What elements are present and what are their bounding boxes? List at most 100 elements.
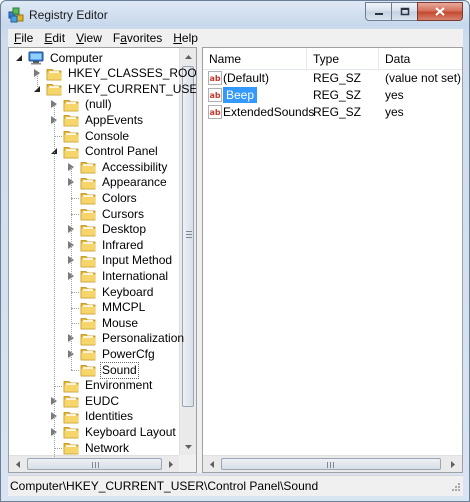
tree-item-identities[interactable]: Identities — [50, 409, 135, 425]
tree-item-label: HKEY_CLASSES_ROOT — [68, 66, 197, 81]
values-list-pane[interactable]: Name Type Data ab (Default) REG_SZ (value n… — [202, 47, 463, 473]
folder-icon — [63, 427, 79, 439]
tree-item-personalization[interactable]: Personalization — [67, 331, 186, 347]
tree-vertical-scroll-thumb[interactable] — [182, 66, 194, 407]
tree-item-infrared[interactable]: Infrared — [67, 237, 145, 253]
resize-grip-icon[interactable] — [449, 482, 461, 494]
tree-item-null[interactable]: (null) — [50, 97, 114, 113]
value-row[interactable]: ab Beep REG_SZ yes — [203, 87, 462, 104]
collapse-arrow-icon[interactable] — [15, 54, 24, 63]
menu-file[interactable]: File — [8, 31, 38, 45]
tree-item-label: Identities — [85, 409, 134, 424]
tree-horizontal-scroll-thumb[interactable] — [27, 458, 162, 470]
tree-connector-line — [71, 292, 79, 293]
tree-item-powercfg[interactable]: PowerCfg — [67, 346, 157, 362]
value-row[interactable]: ab ExtendedSounds REG_SZ yes — [203, 104, 462, 121]
value-row[interactable]: ab (Default) REG_SZ (value not set) — [203, 70, 462, 87]
folder-icon — [80, 318, 96, 330]
title-bar[interactable]: Registry Editor — [1, 1, 469, 29]
status-path: Computer\HKEY_CURRENT_USER\Control Panel… — [10, 479, 319, 493]
folder-icon — [63, 131, 79, 143]
minimize-button[interactable] — [365, 2, 392, 21]
tree-item-label: PowerCfg — [102, 346, 155, 361]
minimize-icon — [374, 12, 383, 15]
menu-edit[interactable]: Edit — [38, 31, 70, 45]
list-scroll-right-arrow[interactable] — [444, 456, 461, 472]
menu-view[interactable]: View — [70, 31, 107, 45]
tree-item-environment[interactable]: Environment — [50, 378, 154, 394]
folder-icon — [80, 193, 96, 205]
tree-item-mmcpl[interactable]: MMCPL — [67, 300, 147, 316]
tree-item-hkey-current-user[interactable]: HKEY_CURRENT_USER — [33, 81, 196, 97]
folder-icon — [80, 302, 96, 314]
tree-item-desktop[interactable]: Desktop — [67, 222, 148, 238]
tree-item-keyboard[interactable]: Keyboard — [67, 284, 155, 300]
tree-item-label: Keyboard Layout — [85, 424, 176, 439]
tree-connector-line — [71, 198, 79, 200]
tree-horizontal-scrollbar[interactable] — [9, 455, 179, 472]
tree-item-accessibility[interactable]: Accessibility — [67, 159, 169, 175]
folder-icon — [80, 255, 96, 268]
tree-item-appearance[interactable]: Appearance — [67, 175, 169, 191]
close-icon — [435, 7, 445, 16]
tree-item-label: Sound — [100, 361, 139, 379]
column-header-data[interactable]: Data — [379, 48, 462, 70]
close-button[interactable] — [417, 2, 463, 21]
folder-icon — [80, 287, 96, 299]
tree-item-input-method[interactable]: Input Method — [67, 253, 174, 269]
tree-item-computer[interactable]: Computer — [15, 50, 105, 66]
tree-item-hkey-classes-root[interactable]: HKEY_CLASSES_ROOT — [33, 66, 197, 82]
tree-item-label: Mouse — [102, 315, 139, 330]
folder-icon — [46, 84, 62, 96]
folder-icon — [80, 349, 96, 361]
tree-item-appevents[interactable]: AppEvents — [50, 112, 145, 128]
folder-icon — [80, 177, 96, 190]
value-data: (value not set) — [385, 71, 462, 85]
tree-item-label: Colors — [102, 190, 137, 205]
list-scroll-left-arrow[interactable] — [203, 456, 220, 472]
folder-icon — [80, 333, 96, 346]
value-data: yes — [385, 88, 404, 102]
tree-item-network[interactable]: Network — [50, 440, 131, 456]
key-tree-pane[interactable]: Computer HKEY_CLASSES_ROOT HKEY_CURRENT_US… — [8, 47, 197, 473]
tree-item-label: AppEvents — [85, 112, 144, 127]
status-bar: Computer\HKEY_CURRENT_USER\Control Panel… — [8, 475, 463, 496]
tree-connector-line — [71, 370, 79, 371]
scroll-down-arrow[interactable] — [180, 438, 196, 455]
tree-connector-line — [37, 73, 38, 90]
tree-item-label: Cursors — [102, 206, 145, 221]
string-value-icon: ab — [208, 105, 222, 119]
tree-vertical-scrollbar[interactable] — [179, 48, 196, 457]
tree-item-eudc[interactable]: EUDC — [50, 393, 121, 409]
list-header: Name Type Data — [203, 48, 462, 70]
folder-icon — [63, 146, 79, 158]
tree-item-label: Computer — [50, 50, 103, 65]
value-data: yes — [385, 105, 404, 119]
registry-editor-icon — [8, 7, 24, 23]
folder-icon — [63, 99, 79, 112]
column-header-type[interactable]: Type — [307, 48, 379, 70]
scroll-up-arrow[interactable] — [180, 48, 196, 65]
list-horizontal-scrollbar[interactable] — [203, 455, 462, 472]
tree-connector-line — [54, 104, 55, 457]
tree-item-label: Infrared — [102, 237, 144, 252]
tree-item-control-panel[interactable]: Control Panel — [50, 144, 160, 160]
svg-text:ab: ab — [210, 91, 221, 100]
string-value-icon: ab — [208, 88, 222, 102]
folder-icon — [63, 443, 79, 455]
tree-item-label: EUDC — [85, 393, 120, 408]
tree-item-international[interactable]: International — [67, 268, 170, 284]
column-header-name[interactable]: Name — [203, 48, 307, 70]
menu-help[interactable]: Help — [167, 31, 203, 45]
scroll-right-arrow[interactable] — [162, 456, 179, 472]
tree-item-label: Network — [85, 440, 130, 455]
computer-icon — [28, 51, 44, 65]
tree-item-keyboard-layout[interactable]: Keyboard Layout — [50, 424, 178, 440]
maximize-button[interactable] — [391, 2, 418, 21]
tree-item-console[interactable]: Console — [50, 128, 131, 144]
menu-favorites[interactable]: Favorites — [107, 31, 167, 45]
tree-item-label: Environment — [85, 378, 153, 393]
folder-icon — [80, 240, 96, 252]
scroll-left-arrow[interactable] — [9, 456, 26, 472]
list-horizontal-scroll-thumb[interactable] — [221, 458, 441, 470]
